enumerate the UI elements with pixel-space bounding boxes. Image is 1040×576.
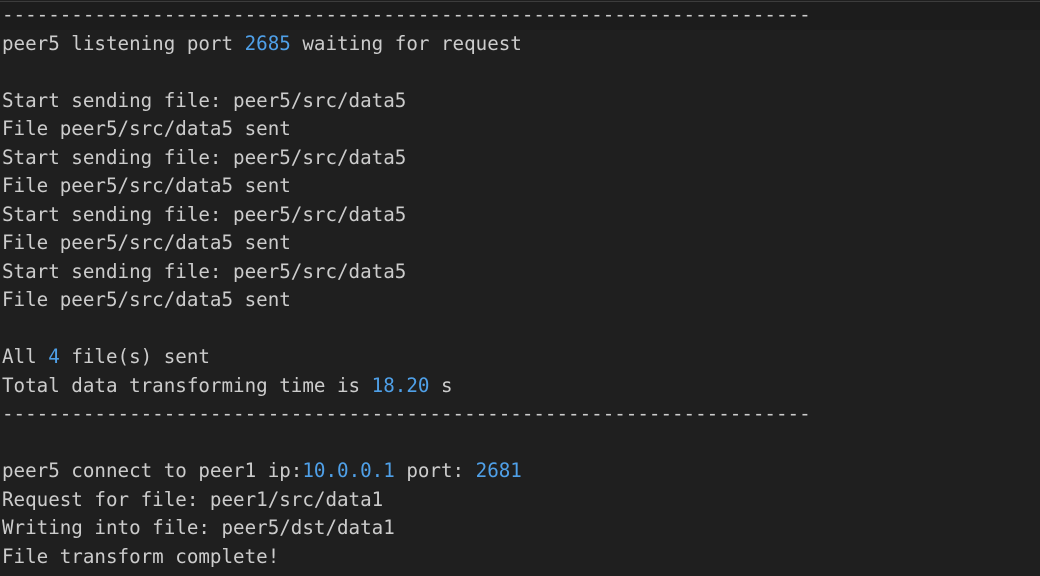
connect-ip: 10.0.0.1 xyxy=(302,459,395,482)
log-line: File peer5/src/data5 sent xyxy=(2,117,291,140)
request-line: Request for file: peer1/src/data1 xyxy=(2,487,384,511)
summary-time-suffix: s xyxy=(429,373,453,397)
summary-time-value: 18.20 xyxy=(371,373,430,397)
log-line: File peer5/src/data5 sent xyxy=(2,174,291,197)
connect-middle: port: xyxy=(394,459,476,482)
terminal-output: ----------------------------------------… xyxy=(2,1,1040,571)
summary-time-prefix: Total data transforming time is xyxy=(2,373,372,397)
log-line: Start sending file: peer5/src/data5 xyxy=(2,145,407,169)
connect-port: 2681 xyxy=(475,459,522,482)
summary-all-prefix: All xyxy=(2,345,49,368)
connect-prefix: peer5 connect to peer1 ip: xyxy=(2,459,303,482)
writing-line: Writing into file: peer5/dst/data1 xyxy=(2,516,395,539)
log-line: File peer5/src/data5 sent xyxy=(2,288,291,311)
connect-line: peer5 connect to peer1 ip:10.0.0.1 port:… xyxy=(2,457,1040,486)
summary-time-line: Total data transforming time is 18.20 s xyxy=(2,372,1040,401)
complete-line: File transform complete! xyxy=(2,544,280,568)
listen-prefix: peer5 listening port xyxy=(2,31,245,55)
listen-line: peer5 listening port 2685 waiting for re… xyxy=(2,30,1040,59)
separator-line: ----------------------------------------… xyxy=(2,402,811,425)
summary-count: 4 xyxy=(48,345,60,368)
log-line: File peer5/src/data5 sent xyxy=(2,231,291,254)
terminal-window[interactable]: ----------------------------------------… xyxy=(0,1,1040,576)
log-line: Start sending file: peer5/src/data5 xyxy=(2,202,407,226)
listen-suffix: waiting for request xyxy=(290,31,522,55)
listen-port: 2685 xyxy=(244,31,291,55)
log-line: Start sending file: peer5/src/data5 xyxy=(2,88,407,112)
summary-all-suffix: file(s) sent xyxy=(59,345,210,368)
summary-count-line: All 4 file(s) sent xyxy=(2,343,1040,372)
log-line: Start sending file: peer5/src/data5 xyxy=(2,259,407,283)
separator-line: ----------------------------------------… xyxy=(2,3,811,26)
